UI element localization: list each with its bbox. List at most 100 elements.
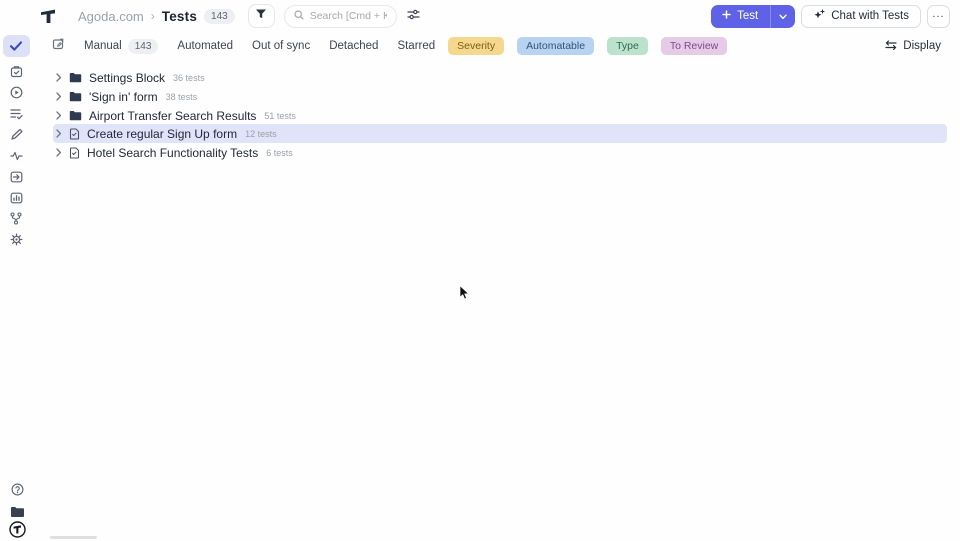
sidebar-item-import[interactable] <box>9 170 23 183</box>
tests-count-badge: 143 <box>204 8 235 24</box>
filter-button[interactable] <box>247 4 275 28</box>
app-window: Agoda.com › Tests 143 Test Chat <box>0 0 960 541</box>
sidebar-item-editor[interactable] <box>9 128 23 141</box>
chevron-down-icon <box>779 7 787 25</box>
tree-row-count: 6 tests <box>266 148 293 158</box>
filter-badge-severity[interactable]: Severity <box>448 37 505 55</box>
filter-tab-label: Starred <box>397 40 436 52</box>
filter-tab-manual[interactable]: Manual 143 <box>84 38 159 54</box>
mouse-cursor <box>459 285 470 300</box>
projects-button[interactable] <box>9 505 25 521</box>
check-icon <box>10 41 22 51</box>
filter-tab-starred[interactable]: Starred <box>397 40 435 52</box>
chat-with-tests-label: Chat with Tests <box>831 10 909 22</box>
tree-row-count: 12 tests <box>245 129 277 139</box>
ai-sparkle-icon <box>813 8 825 24</box>
folder-icon <box>69 110 82 121</box>
help-circle-icon <box>11 483 24 501</box>
search-icon <box>294 7 304 25</box>
tree-row-create-sign-up[interactable]: Create regular Sign Up form 12 tests <box>53 124 947 143</box>
tree-row-label: Hotel Search Functionality Tests <box>87 145 259 160</box>
tree-row-count: 51 tests <box>264 111 296 121</box>
new-test-button[interactable]: Test <box>711 5 770 28</box>
filter-tab-label: Out of sync <box>252 40 311 52</box>
tree-row-count: 36 tests <box>173 73 205 83</box>
breadcrumb: Agoda.com › Tests 143 <box>78 8 235 24</box>
search-input[interactable] <box>309 10 387 22</box>
breadcrumb-project[interactable]: Agoda.com <box>78 9 144 24</box>
chevron-right-icon[interactable] <box>56 111 62 120</box>
plus-icon <box>722 10 731 22</box>
search-box[interactable] <box>283 4 397 28</box>
filter-badge-to-review[interactable]: To Review <box>660 37 728 55</box>
sidebar-item-settings[interactable] <box>9 233 23 246</box>
sidebar-item-branches[interactable] <box>9 212 23 225</box>
tree-row-hotel-search[interactable]: Hotel Search Functionality Tests 6 tests <box>53 143 947 162</box>
tree-row-sign-in-form[interactable]: 'Sign in' form 38 tests <box>53 87 947 106</box>
folder-icon <box>10 504 24 522</box>
sidebar-item-plans[interactable] <box>9 65 23 78</box>
tree-row-settings-block[interactable]: Settings Block 36 tests <box>53 68 947 87</box>
filter-bar: Manual 143 Automated Out of sync Detache… <box>32 34 960 58</box>
search-settings-button[interactable] <box>407 7 420 25</box>
display-label: Display <box>903 40 941 52</box>
tree-row-count: 38 tests <box>165 92 198 102</box>
clipboard-check-icon <box>10 65 23 78</box>
chevron-right-icon[interactable] <box>56 73 62 82</box>
page-title: Tests <box>161 8 198 24</box>
chevron-right-icon[interactable] <box>56 148 62 157</box>
import-box-icon <box>10 171 23 183</box>
tree-row-label: Settings Block <box>89 70 166 85</box>
folder-icon <box>69 91 82 102</box>
manual-count-badge: 143 <box>127 38 159 54</box>
swap-horizontal-icon <box>885 39 897 53</box>
chevron-right-icon[interactable] <box>56 129 62 138</box>
filter-tab-detached[interactable]: Detached <box>329 40 378 52</box>
ellipsis-icon: ... <box>932 8 945 20</box>
filter-badge-type[interactable]: Type <box>607 37 648 55</box>
clipboard-pen-icon <box>52 37 65 55</box>
chart-box-icon <box>10 192 23 204</box>
sidebar-item-analytics[interactable] <box>9 191 23 204</box>
new-test-split-button: Test <box>711 4 796 28</box>
widget-button[interactable] <box>8 521 26 541</box>
filter-tab-automated[interactable]: Automated <box>177 40 233 52</box>
tree-row-label: 'Sign in' form <box>89 89 158 104</box>
left-sidebar <box>0 0 32 541</box>
chat-with-tests-button[interactable]: Chat with Tests <box>801 4 921 28</box>
play-circle-icon <box>10 86 23 99</box>
chevron-right-icon[interactable] <box>56 92 62 101</box>
filter-badge-automatable[interactable]: Automatable <box>517 37 595 55</box>
bulk-edit-button[interactable] <box>52 37 65 55</box>
folder-icon <box>69 72 82 83</box>
pen-icon <box>10 128 23 141</box>
sidebar-item-tests[interactable] <box>2 35 30 57</box>
file-icon <box>69 146 80 159</box>
sidebar-item-activity[interactable] <box>9 149 23 162</box>
new-test-dropdown-button[interactable] <box>770 4 795 28</box>
adjustments-icon <box>407 7 420 25</box>
gear-icon <box>10 233 23 246</box>
sidebar-item-results[interactable] <box>9 107 23 120</box>
filter-tab-label: Detached <box>329 40 379 52</box>
app-logo-icon[interactable] <box>40 8 56 24</box>
filter-tab-label: Automated <box>177 40 234 52</box>
top-bar: Agoda.com › Tests 143 Test Chat <box>32 0 960 32</box>
filter-tab-out-of-sync[interactable]: Out of sync <box>252 40 310 52</box>
more-actions-button[interactable]: ... <box>927 4 950 28</box>
horizontal-scrollbar-thumb[interactable] <box>50 536 97 539</box>
display-button[interactable]: Display <box>885 39 941 53</box>
branch-icon <box>10 212 22 225</box>
sidebar-item-runs[interactable] <box>9 86 23 99</box>
pulse-icon <box>9 151 23 161</box>
list-check-icon <box>9 108 23 120</box>
help-button[interactable] <box>9 483 25 501</box>
funnel-icon <box>255 7 267 25</box>
logo-circle-icon <box>8 521 26 541</box>
new-test-label: Test <box>737 10 759 22</box>
tree-row-label: Create regular Sign Up form <box>87 126 238 141</box>
file-icon <box>69 127 80 140</box>
tree-row-label: Airport Transfer Search Results <box>89 108 257 123</box>
filter-tab-label: Manual <box>84 40 122 52</box>
tree-row-airport-transfer[interactable]: Airport Transfer Search Results 51 tests <box>53 106 947 125</box>
